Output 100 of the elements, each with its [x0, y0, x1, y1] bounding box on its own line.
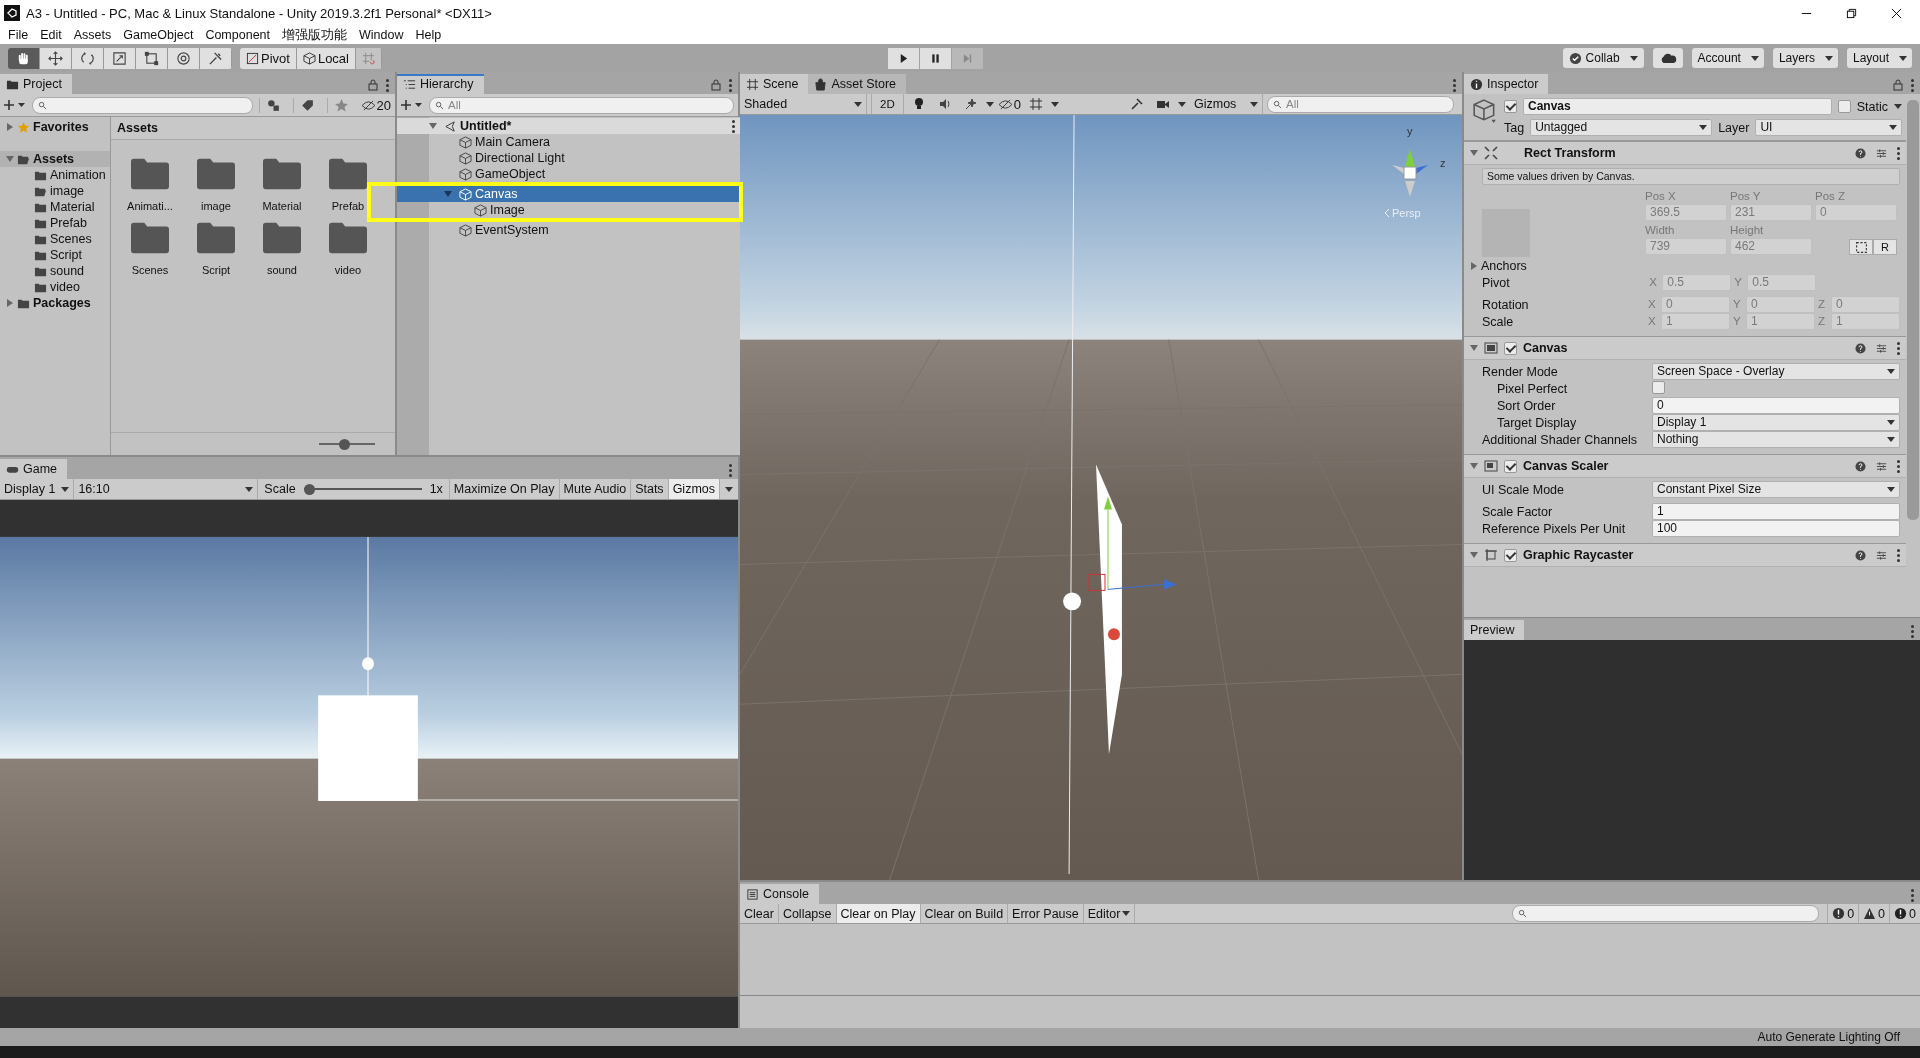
hierarchy-item[interactable]: Directional Light: [397, 150, 743, 166]
more-options-icon[interactable]: [1911, 78, 1914, 92]
sliders-icon[interactable]: [1876, 460, 1887, 472]
static-dropdown[interactable]: Static: [1856, 99, 1902, 114]
lock-icon[interactable]: [1893, 79, 1903, 91]
tool-button[interactable]: [8, 47, 40, 69]
anchors-foldout[interactable]: Anchors: [1470, 258, 1640, 273]
more-options-icon[interactable]: [729, 78, 732, 92]
menu-item[interactable]: GameObject: [123, 28, 194, 42]
tag-dropdown[interactable]: Untagged: [1530, 119, 1713, 136]
more-options-icon[interactable]: [1897, 548, 1900, 562]
folder-tree-item[interactable]: video: [0, 279, 110, 295]
scene-tab[interactable]: Scene: [740, 74, 809, 94]
input-field[interactable]: 100: [1652, 520, 1900, 537]
component-header[interactable]: Graphic Raycaster: [1464, 543, 1906, 567]
input-field[interactable]: 1: [1652, 503, 1900, 520]
expand-arrow-icon[interactable]: [1470, 551, 1478, 559]
more-options-icon[interactable]: [729, 463, 732, 477]
more-options-icon[interactable]: [386, 78, 389, 92]
sliders-icon[interactable]: [1876, 549, 1887, 561]
folder-tree-item[interactable]: Packages: [0, 295, 110, 311]
asset-folder[interactable]: Material: [249, 158, 315, 212]
asset-folder[interactable]: Scenes: [117, 222, 183, 276]
folder-tree-item[interactable]: Prefab: [0, 215, 110, 231]
handle-toggle[interactable]: Pivot: [240, 47, 297, 69]
hierarchy-item[interactable]: GameObject: [397, 166, 743, 182]
dropdown-button[interactable]: Account: [1691, 48, 1764, 68]
expand-arrow-icon[interactable]: [6, 299, 14, 307]
folder-tree-item[interactable]: Animation: [0, 167, 110, 183]
scrollbar-thumb[interactable]: [1907, 100, 1919, 520]
name-field[interactable]: Canvas: [1523, 98, 1832, 115]
expand-arrow-icon[interactable]: [444, 190, 452, 198]
asset-folder[interactable]: Prefab: [315, 158, 381, 212]
folder-tree-item[interactable]: image: [0, 183, 110, 199]
pause-button[interactable]: [920, 47, 951, 69]
hierarchy-item[interactable]: EventSystem: [397, 222, 743, 238]
gizmos-dropdown[interactable]: Gizmos: [1190, 94, 1263, 114]
hierarchy-item[interactable]: Main Camera: [397, 134, 743, 150]
dropdown-button[interactable]: Layout: [1846, 48, 1912, 68]
hierarchy-tab[interactable]: Hierarchy: [397, 74, 484, 94]
more-options-icon[interactable]: [1897, 341, 1900, 355]
scene-tab[interactable]: Asset Store: [808, 74, 907, 94]
folder-tree-item[interactable]: Assets: [0, 151, 110, 167]
help-icon[interactable]: [1855, 549, 1866, 561]
asset-folder[interactable]: Script: [183, 222, 249, 276]
enabled-checkbox[interactable]: [1504, 459, 1517, 473]
folder-tree-item[interactable]: sound: [0, 263, 110, 279]
search-field[interactable]: [32, 96, 253, 114]
collab-button[interactable]: Collab: [1562, 48, 1644, 68]
expand-arrow-icon[interactable]: [1470, 462, 1478, 470]
more-options-icon[interactable]: [1897, 459, 1900, 473]
help-icon[interactable]: [1855, 342, 1866, 354]
game-tab[interactable]: Game: [0, 459, 68, 479]
menu-item[interactable]: Edit: [40, 28, 62, 42]
console-button[interactable]: Clear on Play: [836, 904, 921, 923]
menu-item[interactable]: Component: [205, 28, 270, 42]
input-field[interactable]: 0: [1652, 397, 1900, 414]
blueprint-mode-button[interactable]: [1849, 239, 1873, 255]
caret-icon[interactable]: [1050, 101, 1059, 107]
expand-arrow-icon[interactable]: [1470, 344, 1478, 352]
enabled-checkbox[interactable]: [1504, 548, 1517, 562]
enabled-checkbox[interactable]: [1504, 341, 1517, 355]
dropdown-field[interactable]: Screen Space - Overlay: [1652, 363, 1900, 380]
handle-toggle[interactable]: Local: [296, 47, 356, 69]
expand-arrow-icon[interactable]: [6, 155, 14, 163]
static-checkbox[interactable]: [1837, 100, 1851, 113]
game-toggle[interactable]: Gizmos: [668, 479, 720, 499]
message-count[interactable]: 0: [1827, 904, 1859, 923]
help-icon[interactable]: [1855, 147, 1866, 159]
dropdown-button[interactable]: Layers: [1772, 48, 1838, 68]
expand-arrow-icon[interactable]: [6, 123, 14, 131]
asset-folder[interactable]: sound: [249, 222, 315, 276]
more-options-icon[interactable]: [1911, 624, 1914, 638]
component-header[interactable]: Canvas Scaler: [1464, 454, 1906, 478]
dropdown-field[interactable]: Display 1: [1652, 414, 1900, 431]
folder-tree-item[interactable]: Script: [0, 247, 110, 263]
more-options-icon[interactable]: [732, 119, 735, 133]
tool-button[interactable]: [200, 47, 232, 69]
sliders-icon[interactable]: [1876, 147, 1887, 159]
active-checkbox[interactable]: [1504, 100, 1517, 113]
hidden-count[interactable]: 20: [360, 97, 391, 113]
lock-icon[interactable]: [368, 79, 378, 91]
lock-icon[interactable]: [711, 79, 721, 91]
close-icon[interactable]: [1891, 7, 1902, 19]
caret-icon[interactable]: [985, 101, 994, 107]
tool-button[interactable]: [40, 47, 72, 69]
help-icon[interactable]: [1855, 460, 1866, 472]
aspect-dropdown[interactable]: 16:10: [74, 479, 259, 499]
more-options-icon[interactable]: [1897, 146, 1900, 160]
shading-dropdown[interactable]: Shaded: [740, 94, 867, 114]
cloud-button[interactable]: [1652, 48, 1683, 68]
component-header[interactable]: Canvas: [1464, 336, 1906, 360]
message-count[interactable]: 0: [1858, 904, 1890, 923]
tool-button[interactable]: [72, 47, 104, 69]
2d-toggle[interactable]: 2D: [871, 94, 904, 114]
tool-button[interactable]: [168, 47, 200, 69]
console-tab[interactable]: Console: [740, 884, 819, 904]
project-tab[interactable]: Project: [0, 74, 72, 94]
sliders-icon[interactable]: [1876, 342, 1887, 354]
display-dropdown[interactable]: Display 1: [0, 479, 75, 499]
